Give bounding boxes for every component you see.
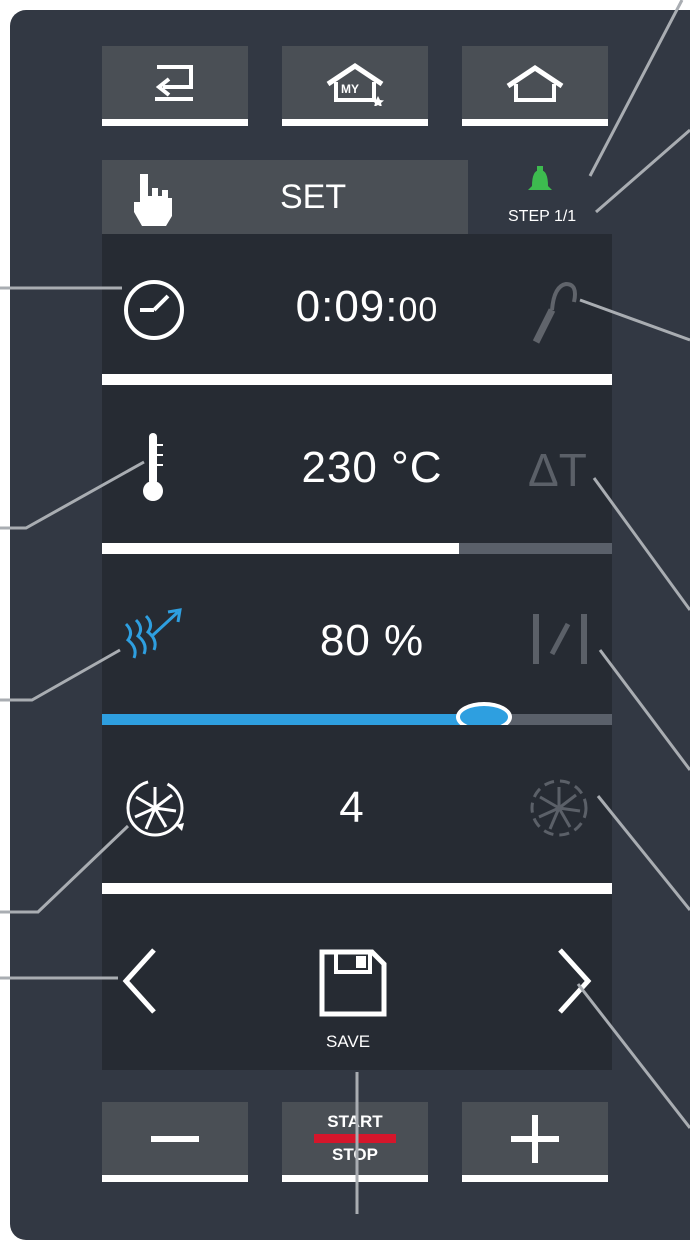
- time-seconds: 00: [398, 291, 439, 329]
- back-arrow-icon: [155, 64, 193, 101]
- time-row[interactable]: 0:09:00: [102, 234, 612, 374]
- fan-pulse-icon: [530, 779, 588, 837]
- mode-label: SET: [280, 178, 347, 216]
- save-label: SAVE: [326, 1032, 371, 1051]
- clock-icon: [124, 280, 184, 340]
- floppy-disk-icon: [319, 949, 387, 1017]
- stop-label: STOP: [332, 1145, 378, 1164]
- thermometer-icon: [143, 433, 163, 501]
- my-home-icon: MY: [322, 60, 388, 106]
- navigation-row: SAVE: [102, 894, 612, 1070]
- damper-icon: [533, 614, 587, 664]
- plus-icon: [511, 1114, 559, 1163]
- minus-button[interactable]: [102, 1102, 248, 1182]
- start-label: START: [327, 1112, 383, 1131]
- step-indicator[interactable]: STEP 1/1: [468, 160, 612, 234]
- core-probe-icon: [532, 281, 577, 344]
- plus-button[interactable]: [462, 1102, 608, 1182]
- time-value[interactable]: 0:09:00: [262, 282, 472, 332]
- save-button[interactable]: SAVE: [302, 948, 402, 1058]
- steam-icon: [124, 608, 182, 659]
- fan-bar: [102, 883, 612, 894]
- my-home-label: MY: [341, 81, 359, 96]
- back-button[interactable]: [102, 46, 248, 126]
- temperature-bar[interactable]: [102, 543, 612, 554]
- home-button[interactable]: [462, 46, 608, 126]
- start-stop-button[interactable]: START STOP: [282, 1102, 428, 1182]
- time-bar: [102, 374, 612, 385]
- mode-set-bar[interactable]: SET: [102, 160, 468, 234]
- step-label: STEP 1/1: [508, 208, 577, 225]
- start-stop-divider: [314, 1134, 396, 1143]
- humidity-slider-fill: [102, 714, 485, 725]
- previous-arrow-icon[interactable]: [120, 946, 160, 1016]
- time-hm: 0:09:: [295, 282, 399, 331]
- temperature-value[interactable]: 230 °C: [252, 443, 492, 493]
- bell-icon: [528, 166, 552, 190]
- humidity-value[interactable]: 80 %: [272, 616, 472, 666]
- delta-t-icon: ΔT: [528, 444, 587, 496]
- fan-row[interactable]: 4: [102, 725, 612, 883]
- humidity-slider[interactable]: [102, 702, 612, 732]
- home-icon: [506, 64, 564, 102]
- next-arrow-icon[interactable]: [554, 946, 594, 1016]
- my-home-button[interactable]: MY: [282, 46, 428, 126]
- fan-speed-icon: [126, 779, 184, 837]
- temperature-row[interactable]: 230 °C ΔT: [102, 385, 612, 543]
- fan-value[interactable]: 4: [302, 783, 402, 833]
- minus-icon: [151, 1135, 199, 1142]
- hand-pointer-icon: [134, 174, 172, 226]
- humidity-row[interactable]: 80 %: [102, 554, 612, 714]
- temperature-bar-fill: [102, 543, 459, 554]
